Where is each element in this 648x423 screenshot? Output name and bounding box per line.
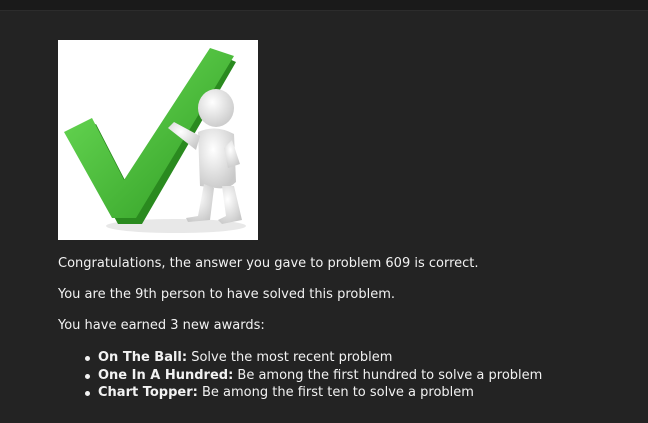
award-item: One In A Hundred: Be among the first hun… [58,367,542,385]
award-item: Chart Topper: Be among the first ten to … [58,384,542,402]
award-item: On The Ball: Solve the most recent probl… [58,349,542,367]
award-name: Chart Topper: [98,385,198,400]
award-description: Be among the first hundred to solve a pr… [233,367,543,383]
result-page: Congratulations, the answer you gave to … [0,0,648,423]
solver-rank-message: You are the 9th person to have solved th… [58,287,395,302]
award-name: On The Ball: [98,350,188,365]
checkmark-with-figure-icon [64,48,246,233]
success-illustration [58,40,258,240]
top-bar [0,0,648,11]
award-name: One In A Hundred: [98,367,234,383]
awards-list: On The Ball: Solve the most recent probl… [58,349,542,402]
award-description: Be among the first ten to solve a proble… [197,385,474,400]
awards-intro: You have earned 3 new awards: [58,318,265,333]
bullet-icon [85,373,90,379]
bullet-icon [85,356,90,361]
bullet-icon [85,391,90,396]
congratulations-message: Congratulations, the answer you gave to … [58,256,479,271]
award-description: Solve the most recent problem [187,350,393,365]
